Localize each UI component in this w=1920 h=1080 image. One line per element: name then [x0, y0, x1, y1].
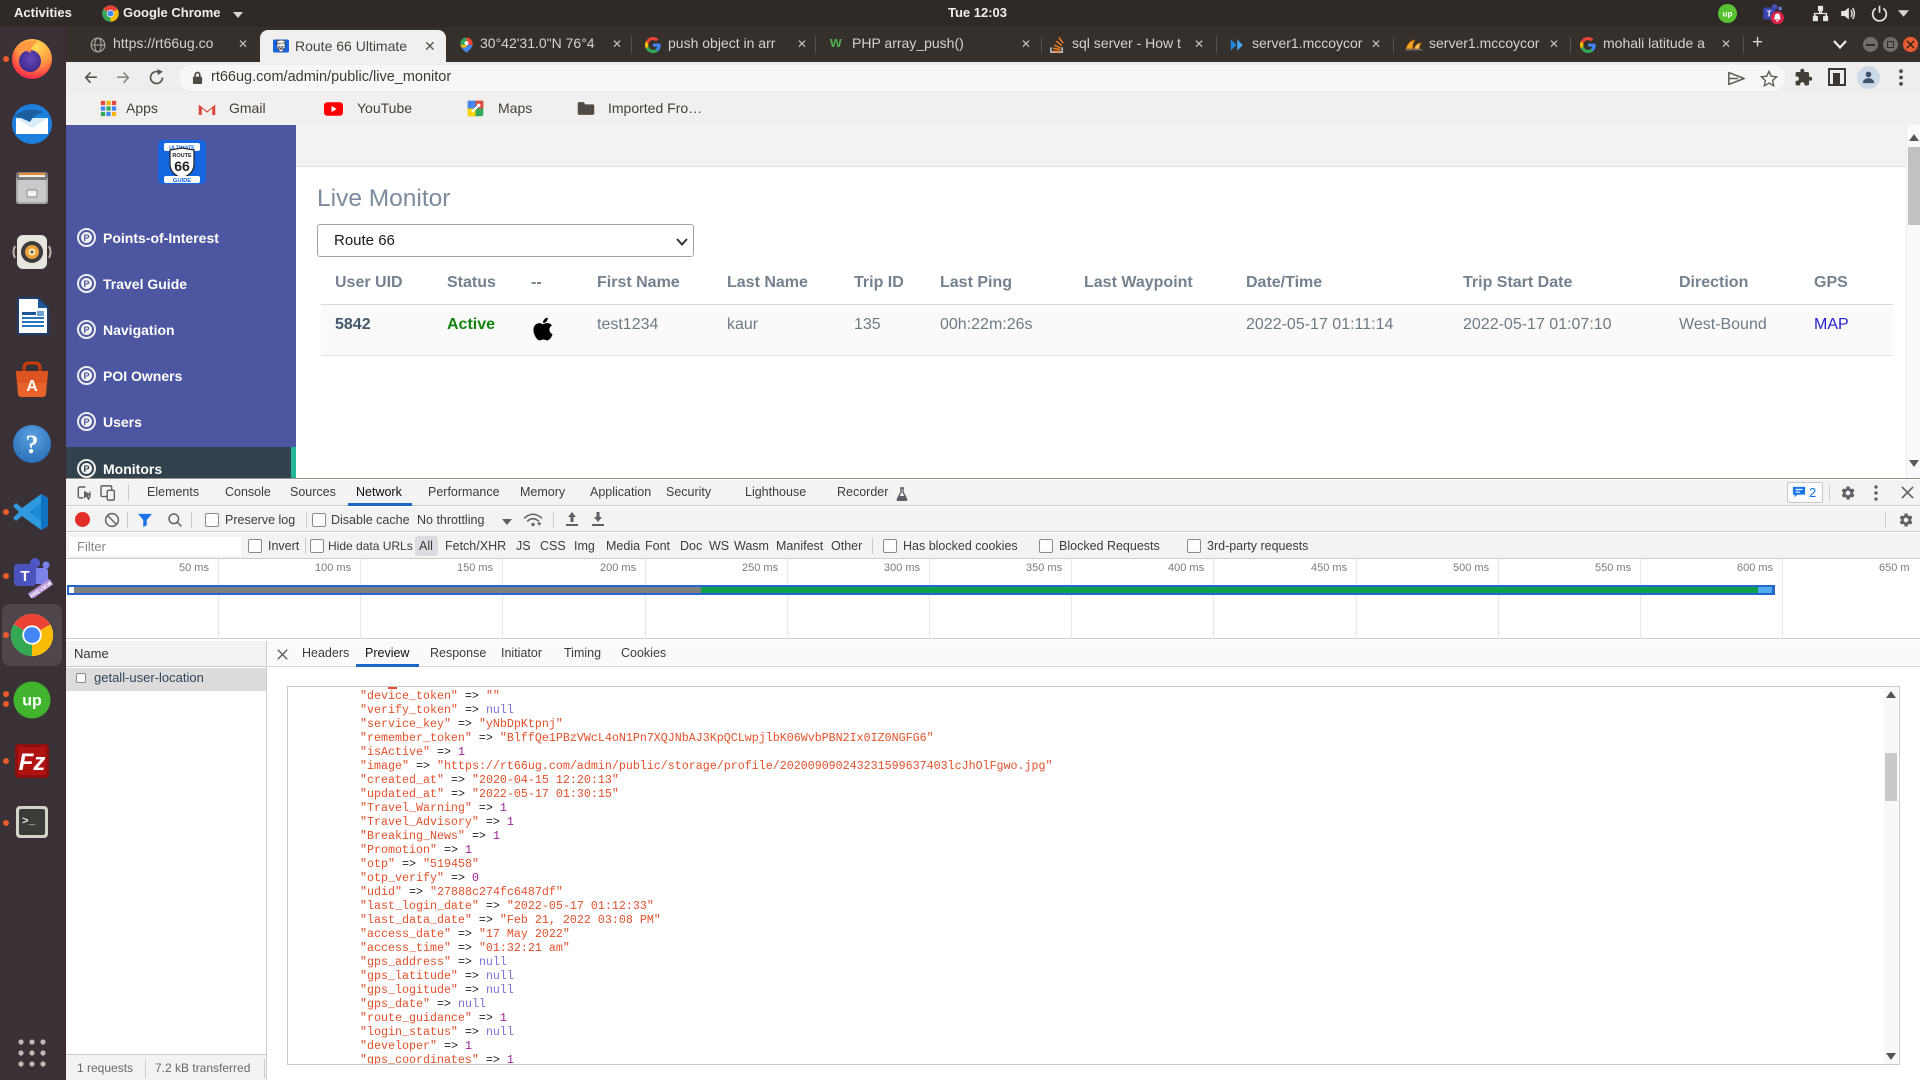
svg-text:Fz: Fz — [19, 749, 46, 776]
svg-text:66: 66 — [278, 46, 284, 52]
svg-text:GUIDE: GUIDE — [173, 178, 191, 184]
svg-text:up: up — [1723, 9, 1733, 18]
svg-text:66: 66 — [174, 158, 190, 174]
svg-text:A: A — [26, 378, 38, 395]
svg-text:up: up — [22, 693, 42, 710]
svg-text:>_: >_ — [22, 816, 36, 828]
svg-text:T: T — [20, 568, 29, 585]
svg-text:ROUTE: ROUTE — [276, 42, 287, 46]
svg-text:?: ? — [26, 430, 39, 459]
